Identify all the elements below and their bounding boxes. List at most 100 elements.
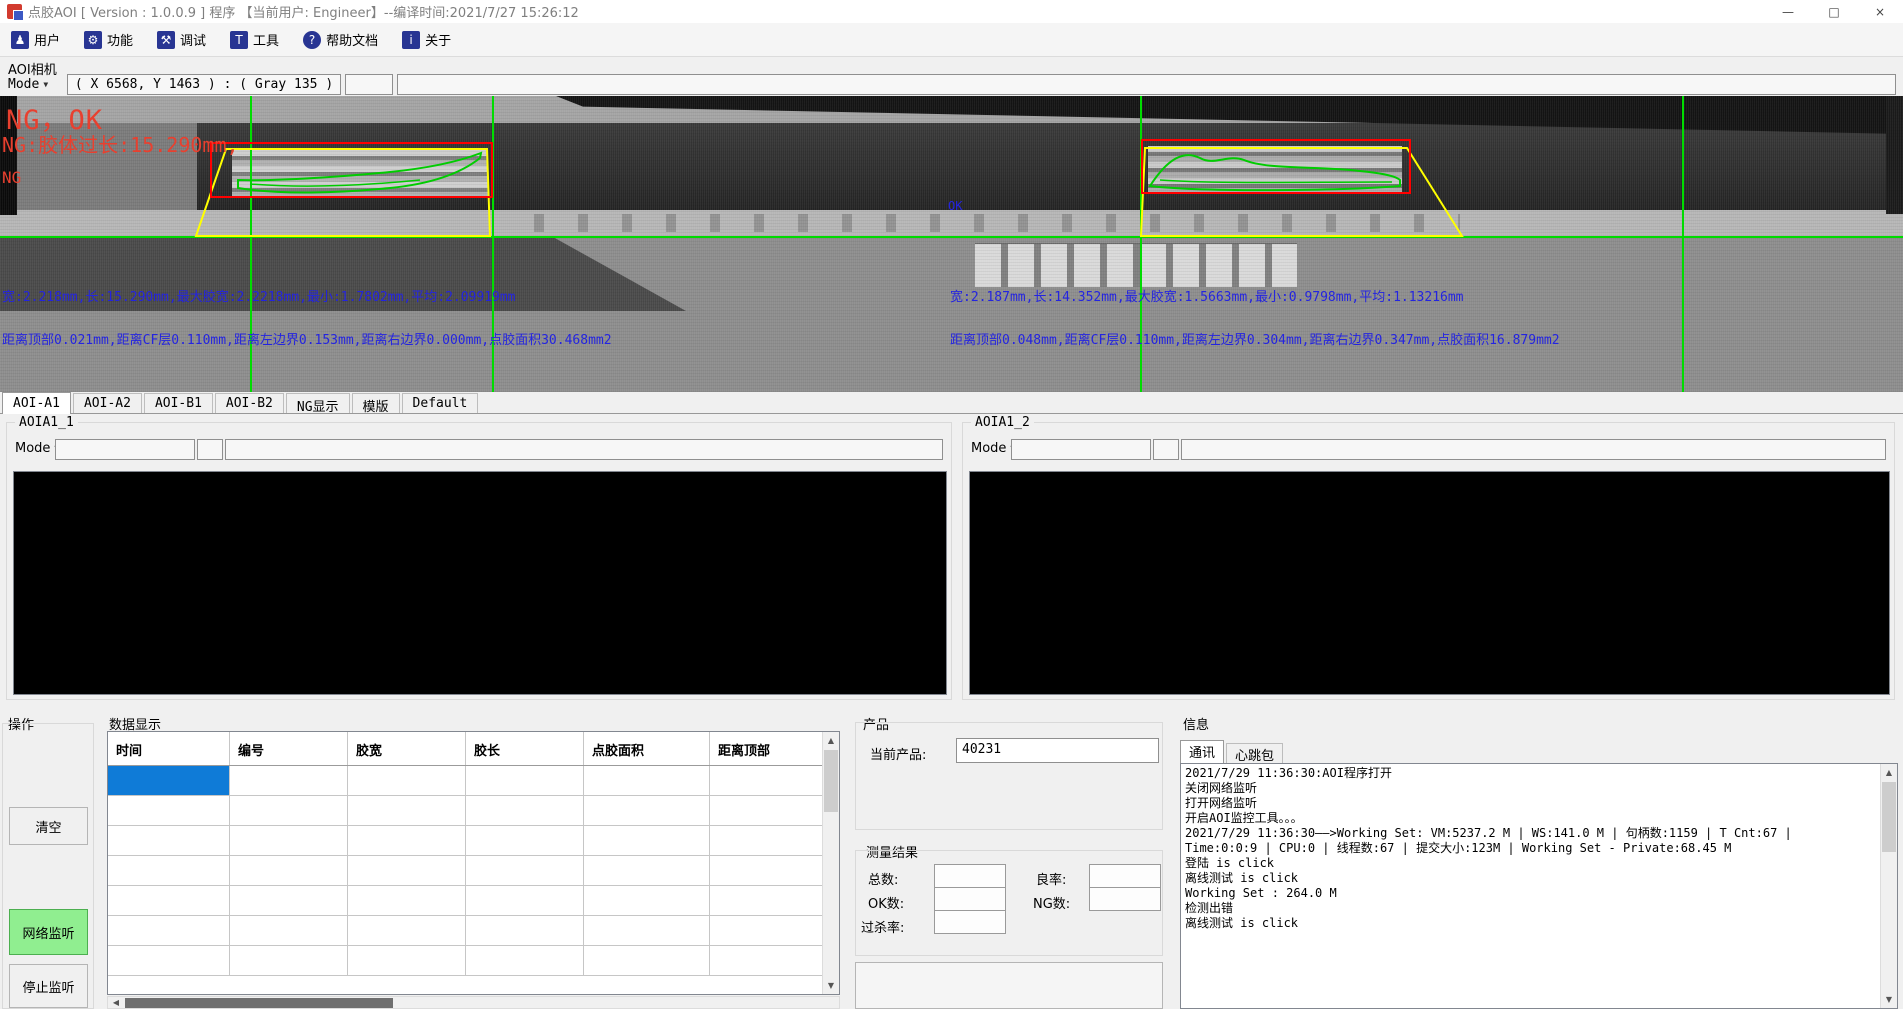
table-cell[interactable]: [466, 766, 584, 795]
toolbar-button-tools[interactable]: T 工具: [225, 27, 284, 52]
table-cell[interactable]: [466, 796, 584, 825]
table-cell[interactable]: [710, 946, 839, 975]
table-cell[interactable]: [466, 826, 584, 855]
column-header-glue-width[interactable]: 胶宽: [348, 732, 466, 765]
table-cell[interactable]: [710, 856, 839, 885]
network-listen-button[interactable]: 网络监听: [9, 909, 88, 955]
table-row[interactable]: [108, 796, 839, 826]
table-cell[interactable]: [108, 946, 230, 975]
table-cell[interactable]: [348, 886, 466, 915]
current-product-field[interactable]: 40231: [956, 738, 1159, 763]
subview-1-image[interactable]: [13, 471, 947, 695]
table-cell[interactable]: [108, 886, 230, 915]
table-row[interactable]: [108, 856, 839, 886]
table-cell[interactable]: [466, 856, 584, 885]
table-cell[interactable]: [710, 826, 839, 855]
toolbar-button-debug[interactable]: ⚒ 调试: [152, 27, 211, 52]
close-button[interactable]: ×: [1857, 0, 1903, 23]
toolbar-button-help[interactable]: ? 帮助文档: [298, 27, 383, 52]
table-row[interactable]: [108, 766, 839, 796]
column-header-glue-length[interactable]: 胶长: [466, 732, 584, 765]
table-cell[interactable]: [348, 946, 466, 975]
table-cell[interactable]: [230, 856, 348, 885]
toolbar-button-function[interactable]: ⚙ 功能: [79, 27, 138, 52]
scroll-down-icon[interactable]: ▼: [1881, 991, 1897, 1008]
tab-comm[interactable]: 通讯: [1180, 740, 1224, 763]
table-cell[interactable]: [584, 946, 710, 975]
column-header-distance-top[interactable]: 距离顶部: [710, 732, 839, 765]
tab-ng-display[interactable]: NG显示: [286, 393, 350, 413]
table-cell[interactable]: [108, 916, 230, 945]
clear-button[interactable]: 清空: [9, 807, 88, 845]
table-cell[interactable]: [466, 886, 584, 915]
scroll-left-icon[interactable]: ◀: [108, 997, 124, 1008]
table-cell[interactable]: [230, 886, 348, 915]
column-header-glue-area[interactable]: 点胶面积: [584, 732, 710, 765]
table-vertical-scrollbar[interactable]: ▲ ▼: [822, 732, 839, 994]
table-cell[interactable]: [230, 826, 348, 855]
table-cell[interactable]: [466, 946, 584, 975]
table-cell[interactable]: [710, 886, 839, 915]
table-cell[interactable]: [466, 916, 584, 945]
minimize-button[interactable]: —: [1765, 0, 1811, 23]
table-cell[interactable]: [108, 826, 230, 855]
table-cell[interactable]: [348, 916, 466, 945]
table-cell[interactable]: [108, 796, 230, 825]
comm-log[interactable]: 2021/7/29 11:36:30:AOI程序打开 关闭网络监听 打开网络监听…: [1180, 763, 1898, 1009]
tab-heartbeat[interactable]: 心跳包: [1226, 743, 1283, 763]
table-cell[interactable]: [348, 796, 466, 825]
tab-default[interactable]: Default: [402, 393, 479, 413]
yield-field[interactable]: [1089, 864, 1161, 888]
table-horizontal-scrollbar[interactable]: ◀: [107, 996, 840, 1009]
table-cell[interactable]: [108, 856, 230, 885]
tab-aoi-b1[interactable]: AOI-B1: [144, 393, 213, 413]
tab-template[interactable]: 模版: [352, 393, 400, 413]
maximize-button[interactable]: □: [1811, 0, 1857, 23]
table-cell[interactable]: [230, 946, 348, 975]
table-cell[interactable]: [584, 856, 710, 885]
subview-2-mode-dropdown[interactable]: Mode ▼: [971, 441, 1017, 456]
scroll-up-icon[interactable]: ▲: [823, 732, 839, 749]
scroll-up-icon[interactable]: ▲: [1881, 764, 1897, 781]
toolbar-button-user[interactable]: ♟ 用户: [6, 27, 65, 52]
ng-count-field[interactable]: [1089, 887, 1161, 911]
table-cell[interactable]: [108, 766, 230, 795]
toolbar-button-about[interactable]: i 关于: [397, 27, 456, 52]
table-cell[interactable]: [584, 886, 710, 915]
tab-aoi-a1[interactable]: AOI-A1: [2, 392, 71, 414]
table-hscroll-thumb[interactable]: [125, 998, 393, 1008]
camera-image-view[interactable]: NG，OK NG:胶体过长:15.290mm, NG OK 宽:2.218mm,…: [0, 96, 1903, 392]
table-cell[interactable]: [230, 766, 348, 795]
subview-1-mode-dropdown[interactable]: Mode ▼: [15, 441, 61, 456]
table-vscroll-thumb[interactable]: [824, 750, 838, 812]
table-row[interactable]: [108, 946, 839, 976]
column-header-time[interactable]: 时间: [108, 732, 230, 765]
table-cell[interactable]: [348, 856, 466, 885]
log-scrollbar[interactable]: ▲ ▼: [1880, 764, 1897, 1008]
table-cell[interactable]: [584, 796, 710, 825]
total-field[interactable]: [934, 864, 1006, 888]
table-cell[interactable]: [230, 916, 348, 945]
scroll-down-icon[interactable]: ▼: [823, 977, 839, 994]
table-cell[interactable]: [710, 766, 839, 795]
tab-aoi-a2[interactable]: AOI-A2: [73, 393, 142, 413]
overkill-field[interactable]: [934, 910, 1006, 934]
table-row[interactable]: [108, 916, 839, 946]
table-cell[interactable]: [230, 796, 348, 825]
column-header-id[interactable]: 编号: [230, 732, 348, 765]
table-cell[interactable]: [348, 826, 466, 855]
table-cell[interactable]: [584, 916, 710, 945]
table-cell[interactable]: [584, 826, 710, 855]
stop-listen-button[interactable]: 停止监听: [9, 964, 88, 1008]
tab-aoi-b2[interactable]: AOI-B2: [215, 393, 284, 413]
camera-mode-dropdown[interactable]: Mode ▼: [4, 74, 64, 94]
log-scroll-thumb[interactable]: [1882, 782, 1896, 852]
table-cell[interactable]: [584, 766, 710, 795]
ok-count-field[interactable]: [934, 887, 1006, 911]
table-row[interactable]: [108, 826, 839, 856]
table-cell[interactable]: [710, 796, 839, 825]
table-row[interactable]: [108, 886, 839, 916]
table-cell[interactable]: [348, 766, 466, 795]
subview-2-image[interactable]: [969, 471, 1890, 695]
table-cell[interactable]: [710, 916, 839, 945]
